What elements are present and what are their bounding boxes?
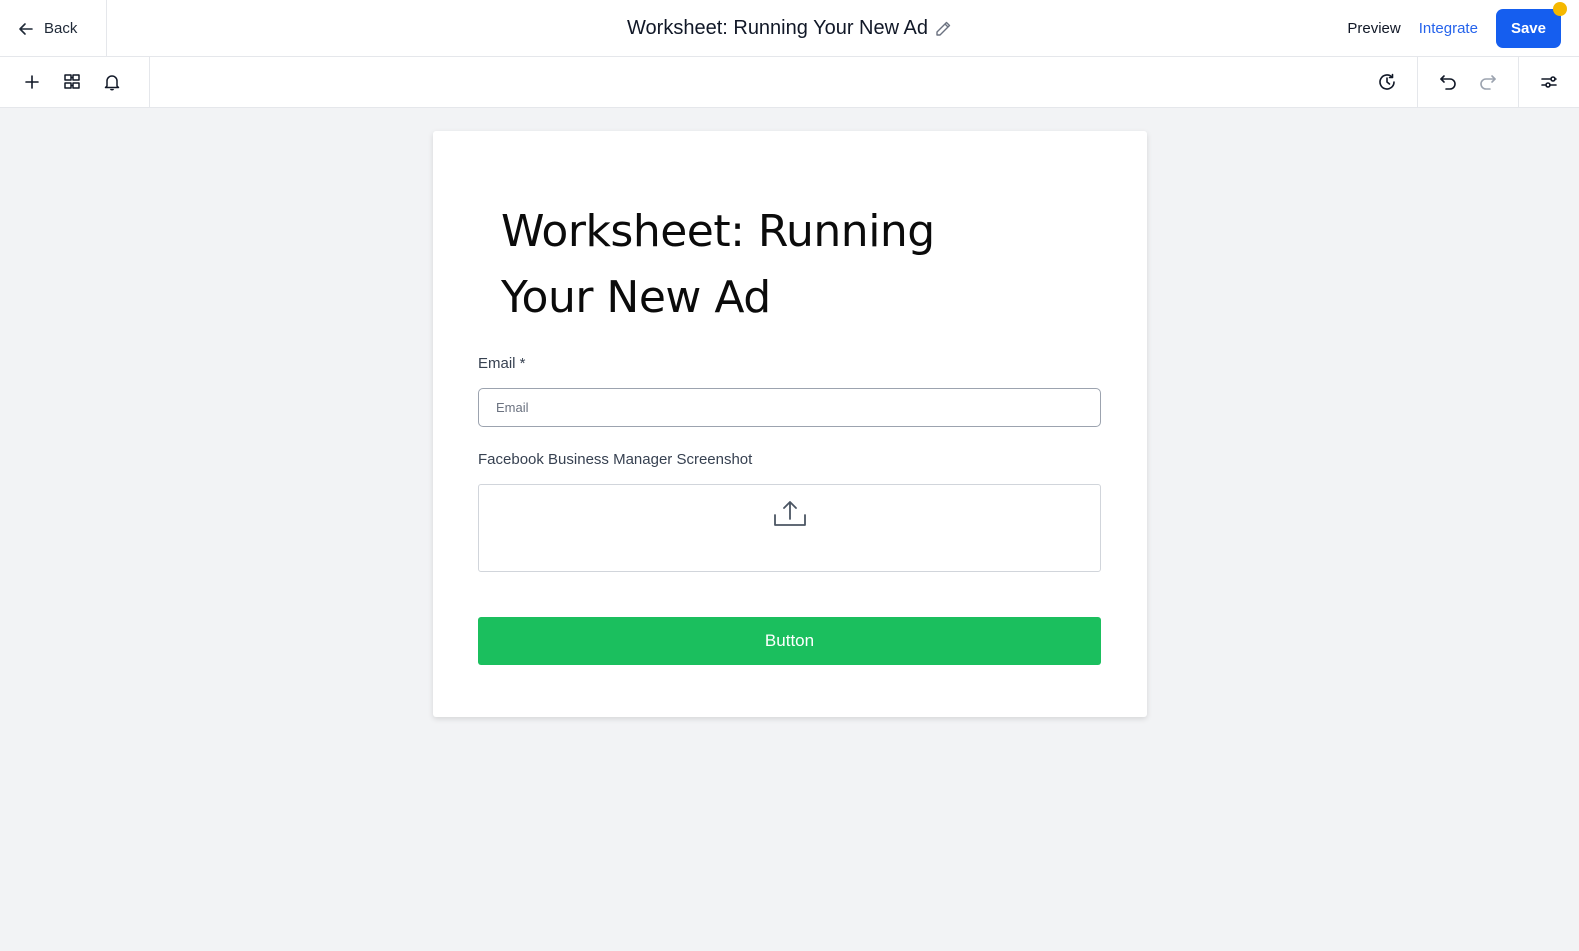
add-element-button[interactable] (22, 72, 42, 92)
redo-button[interactable] (1478, 72, 1498, 92)
form-canvas-card: Worksheet: Running Your New Ad Email * F… (433, 131, 1147, 717)
save-button[interactable]: Save (1495, 2, 1567, 48)
toolbar-right-group (1357, 57, 1579, 107)
pencil-icon[interactable] (934, 20, 952, 38)
email-input[interactable] (478, 388, 1101, 427)
toolbar-left-group (0, 57, 150, 107)
history-icon (1379, 73, 1395, 90)
notifications-button[interactable] (102, 72, 122, 92)
file-upload-dropzone[interactable] (478, 484, 1101, 572)
back-button[interactable]: Back (0, 0, 107, 57)
redo-icon (1480, 75, 1496, 90)
unsaved-indicator-dot (1553, 2, 1567, 16)
upload-icon (773, 501, 806, 526)
history-button[interactable] (1377, 72, 1397, 92)
elements-button[interactable] (62, 72, 82, 92)
integrate-button[interactable]: Integrate (1419, 20, 1478, 37)
plus-icon (25, 75, 39, 89)
submit-button[interactable]: Button (478, 617, 1101, 665)
form-title: Worksheet: Running Your New Ad (627, 17, 928, 39)
undo-icon (1440, 75, 1456, 90)
elements-icon (64, 74, 80, 89)
top-actions: Preview Integrate Save (1347, 2, 1567, 48)
undo-redo-group (1417, 57, 1518, 107)
history-group (1357, 57, 1417, 107)
settings-sliders-icon (1541, 76, 1557, 88)
settings-button[interactable] (1539, 72, 1559, 92)
form-title-area: Worksheet: Running Your New Ad (0, 0, 1579, 57)
preview-button[interactable]: Preview (1347, 20, 1400, 37)
arrow-left-icon (19, 22, 33, 35)
top-bar: Back Worksheet: Running Your New Ad Prev… (0, 0, 1579, 57)
upload-label: Facebook Business Manager Screenshot (478, 451, 753, 468)
undo-button[interactable] (1438, 72, 1458, 92)
editor-toolbar (0, 57, 1579, 108)
email-label: Email * (478, 355, 526, 372)
back-label: Back (44, 20, 78, 37)
settings-group (1518, 57, 1579, 107)
form-heading: Worksheet: Running Your New Ad (501, 206, 935, 323)
bell-icon (104, 75, 120, 91)
save-label: Save (1510, 20, 1546, 37)
